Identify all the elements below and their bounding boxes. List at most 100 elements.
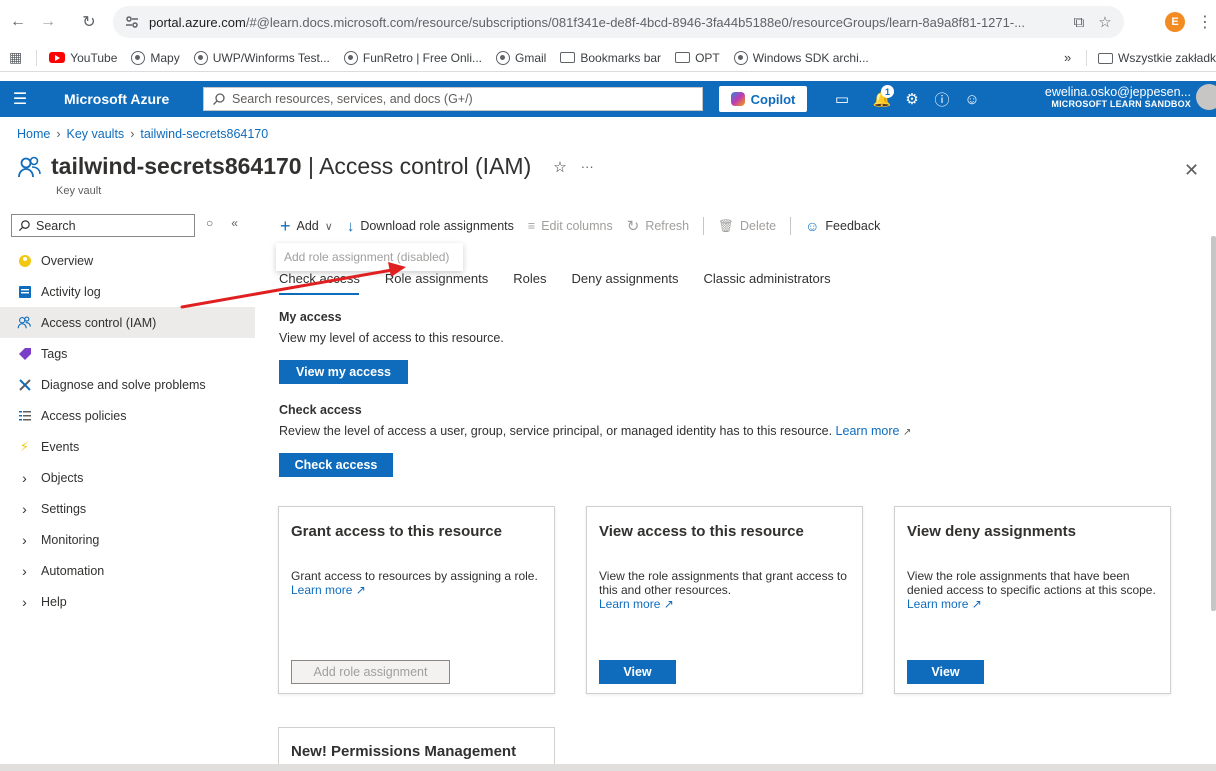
tag-icon xyxy=(17,346,32,361)
notifications-icon[interactable]: 🔔 1 xyxy=(866,81,898,117)
settings-gear-icon[interactable]: ⚙ xyxy=(896,81,928,117)
check-access-button[interactable]: Check access xyxy=(279,453,393,477)
bookmark-youtube[interactable]: YouTube xyxy=(49,51,117,65)
user-avatar[interactable] xyxy=(1196,84,1216,110)
menu-item-monitoring[interactable]: › Monitoring xyxy=(0,524,255,555)
card-title: View deny assignments xyxy=(907,523,1076,540)
youtube-icon xyxy=(49,52,66,63)
breadcrumb-separator-icon: › xyxy=(56,127,61,141)
plus-icon: + xyxy=(280,216,291,236)
close-blade-icon[interactable]: ✕ xyxy=(1184,160,1199,181)
check-access-learn-more[interactable]: Learn more xyxy=(836,424,900,438)
forward-icon[interactable]: → xyxy=(37,11,59,33)
add-button[interactable]: + Add ∨ xyxy=(280,217,333,235)
bookmark-funretro[interactable]: FunRetro | Free Onli... xyxy=(343,50,482,65)
url-text: portal.azure.com/#@learn.docs.microsoft.… xyxy=(149,14,1026,30)
my-access-text: View my level of access to this resource… xyxy=(279,331,504,345)
menu-pin-icon[interactable]: ○ xyxy=(206,216,213,230)
edit-columns-button[interactable]: ≡ Edit columns xyxy=(528,219,613,233)
menu-item-access-control[interactable]: Access control (IAM) xyxy=(0,307,255,338)
folder-icon xyxy=(1098,52,1113,64)
view-access-card: View access to this resource View the ro… xyxy=(586,506,863,694)
cloud-shell-icon[interactable]: ▭ xyxy=(826,81,858,117)
bookmark-star-icon[interactable]: ☆ xyxy=(1092,9,1118,35)
menu-item-overview[interactable]: Overview xyxy=(0,245,255,276)
menu-item-tags[interactable]: Tags xyxy=(0,338,255,369)
menu-item-activity-log[interactable]: Activity log xyxy=(0,276,255,307)
tab-roles[interactable]: Roles xyxy=(513,265,546,291)
card-text: View the role assignments that have been… xyxy=(907,569,1162,611)
blade-name: | Access control (IAM) xyxy=(301,153,532,179)
bookmark-opt[interactable]: OPT xyxy=(675,51,720,65)
copilot-button[interactable]: Copilot xyxy=(719,86,807,112)
browser-menu-icon[interactable]: ⋮ xyxy=(1197,11,1213,33)
tab-deny-assignments[interactable]: Deny assignments xyxy=(572,265,679,291)
azure-brand[interactable]: Microsoft Azure xyxy=(64,91,169,107)
site-settings-icon[interactable] xyxy=(123,13,141,31)
menu-item-objects[interactable]: › Objects xyxy=(0,462,255,493)
search-icon xyxy=(213,93,225,105)
tab-classic-administrators[interactable]: Classic administrators xyxy=(703,265,830,291)
azure-top-bar: ☰ Microsoft Azure Search resources, serv… xyxy=(0,81,1216,117)
profile-avatar[interactable]: E xyxy=(1165,12,1185,32)
bookmark-windows-sdk[interactable]: Windows SDK archi... xyxy=(733,50,869,65)
favorite-star-icon[interactable]: ☆ xyxy=(553,158,566,176)
menu-item-access-policies[interactable]: Access policies xyxy=(0,400,255,431)
add-role-assignment-button[interactable]: Add role assignment xyxy=(291,660,450,684)
help-icon[interactable]: ⓘ xyxy=(926,81,958,117)
folder-icon xyxy=(675,52,691,63)
bookmark-bookmarks-bar[interactable]: Bookmarks bar xyxy=(560,51,661,65)
notification-count: 1 xyxy=(881,85,894,98)
view-deny-button[interactable]: View xyxy=(907,660,984,684)
feedback-button[interactable]: ☺ Feedback xyxy=(805,218,880,234)
columns-icon: ≡ xyxy=(527,219,536,233)
global-search-input[interactable]: Search resources, services, and docs (G+… xyxy=(203,87,703,111)
bookmark-gmail[interactable]: Gmail xyxy=(496,50,546,65)
lightning-icon: ⚡ xyxy=(19,438,30,454)
apps-grid-icon[interactable]: ▦ xyxy=(9,49,22,66)
menu-item-settings[interactable]: › Settings xyxy=(0,493,255,524)
check-access-text: Review the level of access a user, group… xyxy=(279,424,912,438)
resource-menu: Overview Activity log Access control (IA… xyxy=(0,245,255,617)
feedback-icon: ☺ xyxy=(805,218,820,234)
menu-item-events[interactable]: ⚡ Events xyxy=(0,431,255,462)
bookmark-uwp[interactable]: UWP/Winforms Test... xyxy=(193,50,330,65)
chevron-right-icon: › xyxy=(22,593,27,610)
bottom-resize-bar[interactable] xyxy=(0,764,1216,771)
feedback-person-icon[interactable]: ☺ xyxy=(956,81,988,117)
bookmark-mapy[interactable]: Mapy xyxy=(131,50,180,65)
breadcrumb-key-vaults[interactable]: Key vaults xyxy=(67,127,125,141)
card-learn-more-link[interactable]: Learn more ↗ xyxy=(907,597,1162,611)
all-bookmarks[interactable]: Wszystkie zakładki xyxy=(1098,51,1216,65)
external-link-icon: ↗ xyxy=(971,597,982,611)
delete-button[interactable]: 🗑 Delete xyxy=(718,219,776,234)
menu-search-input[interactable]: Search xyxy=(11,214,195,237)
globe-icon xyxy=(193,50,208,65)
more-options-icon[interactable]: ··· xyxy=(581,159,594,174)
grant-access-card: Grant access to this resource Grant acce… xyxy=(278,506,555,694)
account-menu[interactable]: ewelina.osko@jeppesen... MICROSOFT LEARN… xyxy=(1031,85,1191,109)
card-learn-more-link[interactable]: Learn more ↗ xyxy=(599,597,854,611)
bookmarks-overflow-button[interactable]: » xyxy=(1064,50,1071,65)
card-learn-more-link[interactable]: Learn more ↗ xyxy=(291,583,546,597)
reload-icon[interactable]: ↻ xyxy=(78,11,100,33)
view-access-button[interactable]: View xyxy=(599,660,676,684)
refresh-button[interactable]: ↻ Refresh xyxy=(627,217,689,235)
breadcrumb: Home › Key vaults › tailwind-secrets8641… xyxy=(17,127,268,141)
external-link-icon: ↗ xyxy=(902,427,912,438)
back-icon[interactable]: ← xyxy=(7,11,29,33)
menu-item-automation[interactable]: › Automation xyxy=(0,555,255,586)
breadcrumb-home[interactable]: Home xyxy=(17,127,50,141)
menu-item-diagnose[interactable]: Diagnose and solve problems xyxy=(0,369,255,400)
download-role-assignments-button[interactable]: ↓ Download role assignments xyxy=(347,219,514,234)
view-my-access-button[interactable]: View my access xyxy=(279,360,408,384)
address-bar[interactable]: portal.azure.com/#@learn.docs.microsoft.… xyxy=(113,6,1124,38)
chevron-right-icon: › xyxy=(22,531,27,548)
hamburger-menu-icon[interactable]: ☰ xyxy=(0,81,40,117)
breadcrumb-resource[interactable]: tailwind-secrets864170 xyxy=(140,127,268,141)
vertical-scrollbar[interactable] xyxy=(1211,236,1216,611)
collapse-menu-icon[interactable]: « xyxy=(231,216,238,230)
install-app-icon[interactable]: ⧉ xyxy=(1066,9,1092,35)
card-title: View access to this resource xyxy=(599,523,804,540)
menu-item-help[interactable]: › Help xyxy=(0,586,255,617)
